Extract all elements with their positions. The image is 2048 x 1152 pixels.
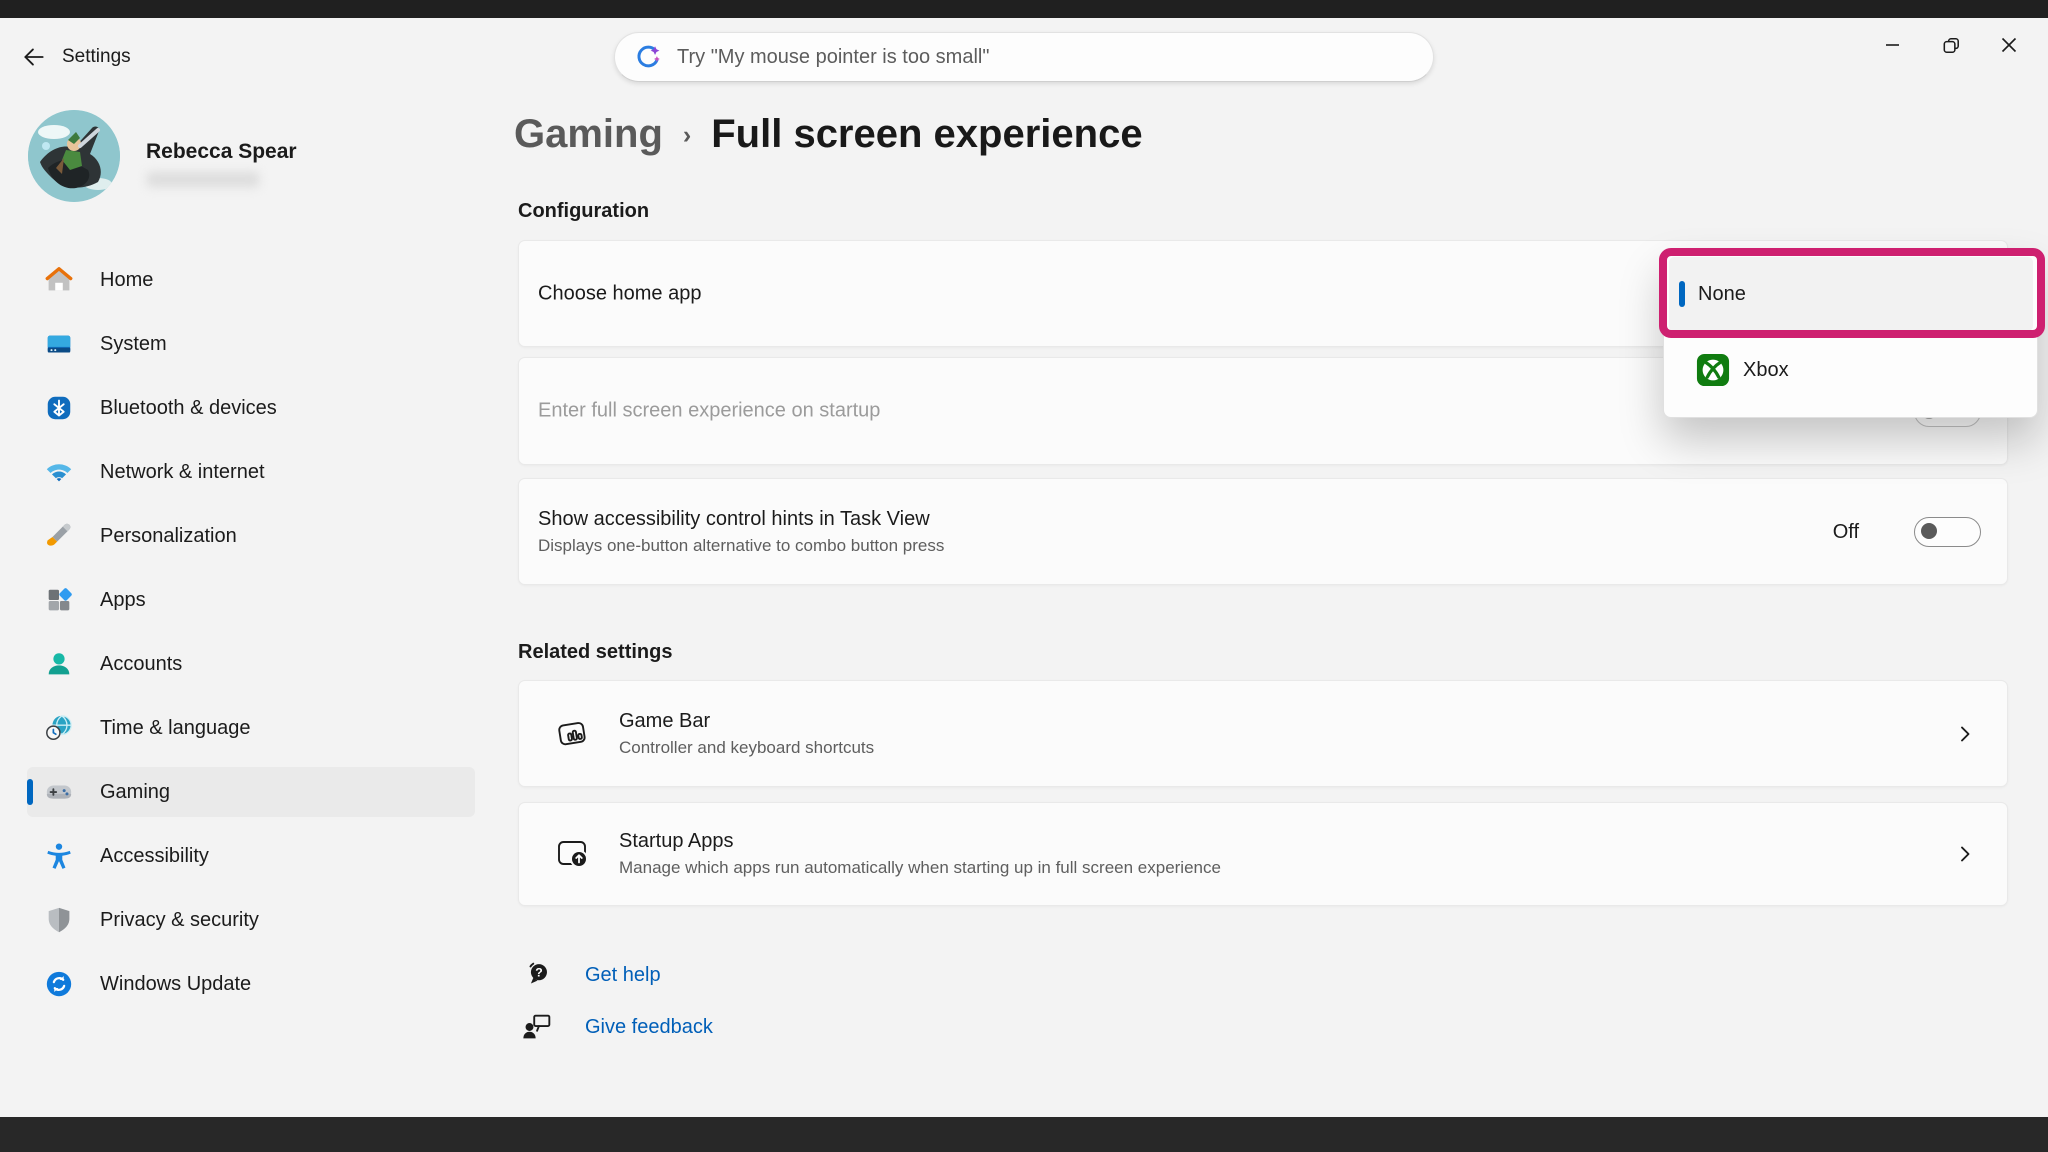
sidebar-item-apps[interactable]: Apps xyxy=(27,575,475,625)
svg-text:?: ? xyxy=(535,965,543,979)
accessibility-hints-toggle[interactable] xyxy=(1914,517,1981,547)
network-icon xyxy=(44,457,74,487)
get-help-link[interactable]: Get help xyxy=(585,964,661,987)
dropdown-option-none[interactable]: None xyxy=(1669,257,2033,331)
xbox-icon xyxy=(1696,353,1730,387)
user-name: Rebecca Spear xyxy=(146,140,297,164)
accessibility-icon xyxy=(44,841,74,871)
bluetooth-icon xyxy=(44,393,74,423)
sidebar-item-bluetooth-devices[interactable]: Bluetooth & devices xyxy=(27,383,475,433)
get-help-icon: ? xyxy=(521,958,555,992)
dropdown-option-xbox-label: Xbox xyxy=(1743,359,1789,382)
toggle-state-label: Off xyxy=(1833,521,1859,544)
breadcrumb-parent[interactable]: Gaming xyxy=(514,112,663,157)
screen-top-bar xyxy=(0,0,2048,18)
get-help-row: ? Get help xyxy=(521,958,661,992)
back-button[interactable] xyxy=(14,38,54,76)
home-icon xyxy=(44,265,74,295)
settings-window: Settings xyxy=(0,0,2048,1152)
accessibility-hints-subtitle: Displays one-button alternative to combo… xyxy=(538,536,944,556)
startup-apps-row[interactable]: Startup Apps Manage which apps run autom… xyxy=(518,802,2008,906)
chevron-right-icon xyxy=(1953,722,1977,746)
close-button[interactable] xyxy=(1980,24,2038,66)
window-controls xyxy=(1864,24,2038,66)
accounts-icon xyxy=(44,649,74,679)
sidebar-item-privacy-security[interactable]: Privacy & security xyxy=(27,895,475,945)
dropdown-option-xbox[interactable]: Xbox xyxy=(1669,333,2033,407)
personalization-icon xyxy=(44,521,74,551)
back-arrow-icon xyxy=(21,44,47,70)
sidebar-item-personalization[interactable]: Personalization xyxy=(27,511,475,561)
accessibility-hints-row: Show accessibility control hints in Task… xyxy=(518,478,2008,585)
search-input[interactable] xyxy=(675,45,1423,70)
apps-icon xyxy=(44,585,74,615)
give-feedback-icon xyxy=(521,1010,555,1044)
selected-option-accent-bar xyxy=(1679,281,1685,307)
sidebar-item-accessibility[interactable]: Accessibility xyxy=(27,831,475,881)
dropdown-option-none-label: None xyxy=(1698,283,1746,306)
restore-button[interactable] xyxy=(1922,24,1980,66)
game-bar-icon xyxy=(555,716,591,752)
time-language-icon xyxy=(44,713,74,743)
avatar[interactable] xyxy=(28,110,120,202)
startup-apps-title: Startup Apps xyxy=(619,830,1221,853)
game-bar-row[interactable]: Game Bar Controller and keyboard shortcu… xyxy=(518,680,2008,787)
close-icon xyxy=(1998,34,2020,56)
selected-accent-bar xyxy=(27,779,33,805)
system-icon xyxy=(44,329,74,359)
give-feedback-link[interactable]: Give feedback xyxy=(585,1016,713,1039)
windows-update-icon xyxy=(44,969,74,999)
page-title: Full screen experience xyxy=(711,112,1142,157)
game-bar-subtitle: Controller and keyboard shortcuts xyxy=(619,738,874,758)
game-bar-title: Game Bar xyxy=(619,710,874,733)
sidebar-item-network-internet[interactable]: Network & internet xyxy=(27,447,475,497)
breadcrumb-chevron-icon: › xyxy=(683,121,691,150)
user-subtitle-blurred xyxy=(147,172,259,187)
home-app-dropdown-flyout: None Xbox xyxy=(1663,250,2038,418)
app-title: Settings xyxy=(62,46,131,68)
sidebar-nav: Home System Bluetooth & devices Network … xyxy=(27,255,475,1009)
accessibility-hints-title: Show accessibility control hints in Task… xyxy=(538,508,944,531)
minimize-icon xyxy=(1882,34,1904,56)
restore-icon xyxy=(1940,34,1963,57)
startup-experience-label: Enter full screen experience on startup xyxy=(538,400,880,423)
related-settings-heading: Related settings xyxy=(518,641,672,664)
sidebar-item-windows-update[interactable]: Windows Update xyxy=(27,959,475,1009)
sidebar-item-gaming[interactable]: Gaming xyxy=(27,767,475,817)
startup-apps-icon xyxy=(555,836,591,872)
search-box[interactable] xyxy=(614,32,1434,82)
breadcrumb: Gaming › Full screen experience xyxy=(514,112,1143,157)
configuration-heading: Configuration xyxy=(518,200,649,223)
give-feedback-row: Give feedback xyxy=(521,1010,713,1044)
gaming-icon xyxy=(44,777,74,807)
sidebar-item-home[interactable]: Home xyxy=(27,255,475,305)
privacy-security-icon xyxy=(44,905,74,935)
chevron-right-icon xyxy=(1953,842,1977,866)
minimize-button[interactable] xyxy=(1864,24,1922,66)
screen-bottom-bar xyxy=(0,1117,2048,1152)
choose-home-app-label: Choose home app xyxy=(538,282,701,305)
sidebar-item-accounts[interactable]: Accounts xyxy=(27,639,475,689)
sidebar-item-system[interactable]: System xyxy=(27,319,475,369)
search-sparkle-icon xyxy=(633,42,663,72)
startup-apps-subtitle: Manage which apps run automatically when… xyxy=(619,858,1221,878)
sidebar-item-time-language[interactable]: Time & language xyxy=(27,703,475,753)
